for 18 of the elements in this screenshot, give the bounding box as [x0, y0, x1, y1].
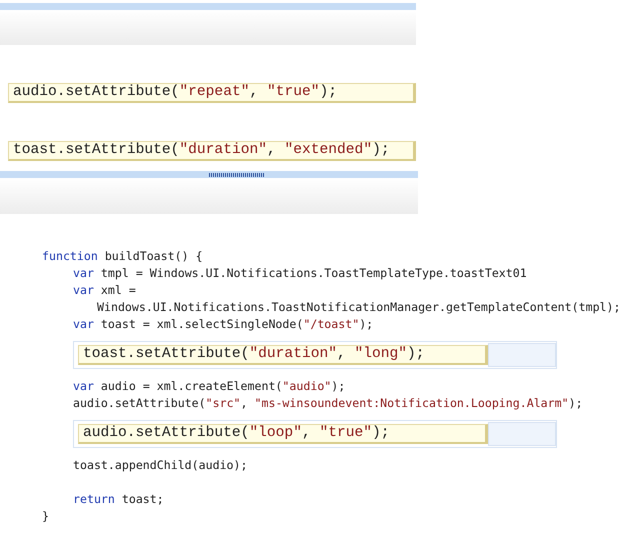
- code-line: audio.setAttribute("src", "ms-winsoundevent:Notification.Looping.Alarm");: [73, 395, 584, 412]
- code-line: var toast = xml.selectSingleNode("/toast");: [73, 316, 374, 333]
- code-line: }: [42, 508, 50, 525]
- code-line: toast.appendChild(audio);: [73, 457, 249, 474]
- code-tile[interactable]: toast.setAttribute("duration", "extended");: [8, 141, 416, 161]
- code-tile[interactable]: audio.setAttribute("loop", "true");: [78, 424, 488, 444]
- code-tile[interactable]: audio.setAttribute("repeat", "true");: [8, 83, 416, 103]
- code-line: var audio = xml.createElement("audio");: [73, 378, 346, 395]
- code-tile[interactable]: toast.setAttribute("duration", "long");: [78, 345, 488, 365]
- code-line: var xml =: [73, 282, 137, 299]
- drop-target[interactable]: audio.setAttribute("loop", "true");: [73, 420, 557, 448]
- code-line: Windows.UI.Notifications.ToastNotificationManager.getTemplateContent(tmpl);: [97, 299, 622, 316]
- code-line: function buildToast() {: [42, 248, 204, 265]
- drop-target[interactable]: toast.setAttribute("duration", "long");: [73, 341, 557, 369]
- splitter[interactable]: [0, 171, 418, 178]
- code-line: return toast;: [73, 491, 165, 508]
- grip-icon[interactable]: [209, 172, 265, 176]
- code-line: var tmpl = Windows.UI.Notifications.ToastTemplateType.toastText01: [73, 265, 528, 282]
